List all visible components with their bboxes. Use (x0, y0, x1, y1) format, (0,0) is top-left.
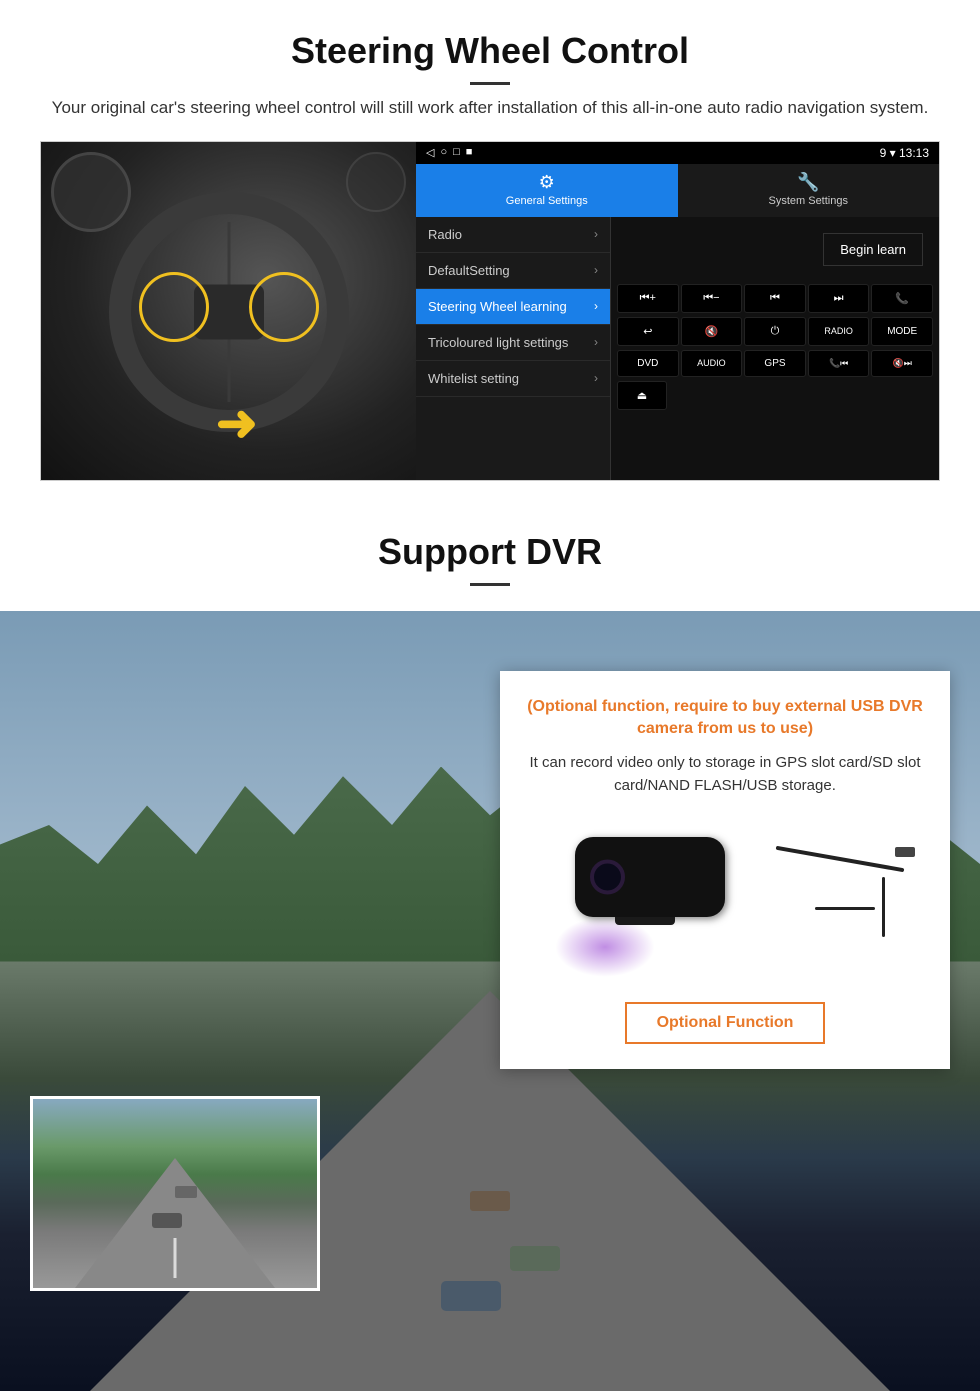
usb-connector (895, 847, 915, 857)
screenshot-bg (33, 1099, 317, 1288)
thumb-car1 (152, 1213, 182, 1228)
menu-icon[interactable]: ■ (466, 146, 473, 159)
chevron-right-icon: › (594, 227, 598, 241)
section-steering-wheel: Steering Wheel Control Your original car… (0, 0, 980, 501)
dvr-camera-image (525, 817, 925, 977)
menu-radio-label: Radio (428, 227, 462, 242)
menu-default-label: DefaultSetting (428, 263, 510, 278)
settings-menu: Radio › DefaultSetting › Steering Wheel … (416, 217, 611, 480)
btn-power[interactable]: ⏻ (744, 317, 806, 346)
camera-body (575, 837, 725, 917)
camera-glow (555, 917, 655, 977)
signal-icon: 9 ▾ (880, 146, 896, 160)
btn-vol-down[interactable]: ⏮− (681, 284, 743, 313)
title-divider (470, 82, 510, 85)
chevron-right-icon: › (594, 371, 598, 385)
sw-background: ➜ (41, 142, 416, 481)
status-time: 9 ▾ 13:13 (880, 146, 929, 160)
system-icon: 🔧 (797, 172, 819, 193)
gauge-right (346, 152, 406, 212)
btn-gps[interactable]: GPS (744, 350, 806, 377)
section-title: Steering Wheel Control (40, 30, 940, 72)
gear-icon: ⚙ (539, 172, 555, 193)
dvr-title: Support DVR (40, 531, 940, 573)
car-2 (510, 1246, 560, 1271)
nav-icons: ◁ ○ □ ■ (426, 146, 472, 159)
recents-icon[interactable]: □ (453, 146, 460, 159)
menu-sw-learning[interactable]: Steering Wheel learning › (416, 289, 610, 325)
menu-radio[interactable]: Radio › (416, 217, 610, 253)
menu-tricoloured[interactable]: Tricoloured light settings › (416, 325, 610, 361)
usb-cable (776, 846, 905, 873)
cable-loop2 (815, 907, 875, 910)
dvr-screenshot-thumbnail (30, 1096, 320, 1291)
learn-btn-area: Begin learn (611, 217, 939, 282)
thumb-car2 (175, 1186, 197, 1198)
android-ui-panel: ◁ ○ □ ■ 9 ▾ 13:13 ⚙ General Settings 🔧 (416, 142, 939, 480)
btn-back[interactable]: ↩ (617, 317, 679, 346)
menu-default-setting[interactable]: DefaultSetting › (416, 253, 610, 289)
dvr-main-visual: (Optional function, require to buy exter… (0, 611, 980, 1391)
section-description: Your original car's steering wheel contr… (50, 95, 930, 121)
back-icon[interactable]: ◁ (426, 146, 434, 159)
car-3 (470, 1191, 510, 1211)
menu-sw-label: Steering Wheel learning (428, 299, 567, 314)
btn-dvd[interactable]: DVD (617, 350, 679, 377)
control-buttons-row1: ⏮+ ⏮− ⏮ ⏭ 📞 (611, 282, 939, 315)
chevron-right-icon: › (594, 335, 598, 349)
swc-visual-area: ➜ ◁ ○ □ ■ 9 ▾ 13:13 ⚙ (40, 141, 940, 481)
home-icon[interactable]: ○ (440, 146, 447, 159)
dvr-divider (470, 583, 510, 586)
yellow-arrow: ➜ (216, 394, 258, 452)
tab-general-label: General Settings (506, 195, 588, 207)
optional-btn-area: Optional Function (525, 992, 925, 1044)
menu-tri-label: Tricoloured light settings (428, 335, 568, 350)
lane-line (174, 1238, 177, 1278)
section-dvr: Support DVR (0, 511, 980, 1391)
camera-mount (615, 917, 675, 925)
btn-mode[interactable]: MODE (871, 317, 933, 346)
highlight-circle-right (249, 272, 319, 342)
btn-radio[interactable]: RADIO (808, 317, 870, 346)
tab-system-settings[interactable]: 🔧 System Settings (678, 164, 940, 217)
menu-white-label: Whitelist setting (428, 371, 519, 386)
chevron-right-icon: › (594, 263, 598, 277)
cable-loop1 (882, 877, 885, 937)
btn-phone-prev[interactable]: 📞⏮ (808, 350, 870, 377)
btn-phone[interactable]: 📞 (871, 284, 933, 313)
tab-system-label: System Settings (769, 195, 848, 207)
dvr-info-box: (Optional function, require to buy exter… (500, 671, 950, 1070)
control-buttons-row3: DVD AUDIO GPS 📞⏮ 🔇⏭ (611, 348, 939, 379)
optional-text: (Optional function, require to buy exter… (525, 696, 925, 741)
clock: 13:13 (899, 146, 929, 160)
panel-body: Radio › DefaultSetting › Steering Wheel … (416, 217, 939, 480)
status-bar: ◁ ○ □ ■ 9 ▾ 13:13 (416, 142, 939, 164)
highlight-circle-left (139, 272, 209, 342)
control-buttons-row2: ↩ 🔇 ⏻ RADIO MODE (611, 315, 939, 348)
chevron-right-icon: › (594, 299, 598, 313)
camera-lens (590, 860, 625, 895)
steering-wheel-photo: ➜ (41, 142, 416, 481)
btn-prev-track[interactable]: ⏮ (744, 284, 806, 313)
btn-next-track[interactable]: ⏭ (808, 284, 870, 313)
dvr-description: It can record video only to storage in G… (525, 752, 925, 797)
tab-general-settings[interactable]: ⚙ General Settings (416, 164, 678, 217)
control-buttons-row4: ⏏ (611, 379, 939, 412)
begin-learn-button[interactable]: Begin learn (823, 233, 923, 266)
settings-tabs: ⚙ General Settings 🔧 System Settings (416, 164, 939, 217)
optional-function-button[interactable]: Optional Function (625, 1002, 826, 1044)
btn-vol-up[interactable]: ⏮+ (617, 284, 679, 313)
btn-mute[interactable]: 🔇 (681, 317, 743, 346)
sw-learn-panel: Begin learn ⏮+ ⏮− ⏮ ⏭ 📞 ↩ 🔇 ⏻ (611, 217, 939, 480)
btn-eject[interactable]: ⏏ (617, 381, 667, 410)
btn-mute-next[interactable]: 🔇⏭ (871, 350, 933, 377)
btn-audio[interactable]: AUDIO (681, 350, 743, 377)
car-1 (441, 1281, 501, 1311)
dvr-title-area: Support DVR (0, 511, 980, 611)
menu-whitelist[interactable]: Whitelist setting › (416, 361, 610, 397)
